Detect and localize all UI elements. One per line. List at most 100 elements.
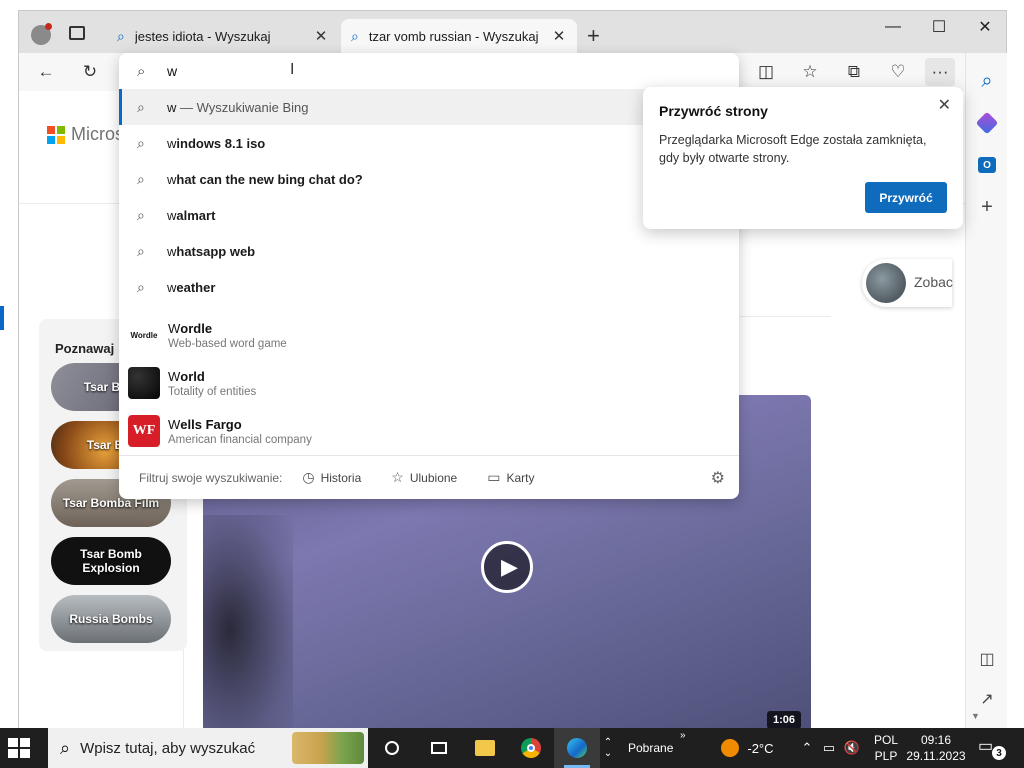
tab-tzar-vomb-russian[interactable]: ⌕ tzar vomb russian - Wyszukaj ✕ [341,19,577,53]
back-icon[interactable]: ← [31,58,61,86]
task-view-icon[interactable] [416,728,462,768]
windows-start-icon[interactable] [8,738,30,758]
video-duration: 1:06 [766,711,801,729]
external-link-icon[interactable]: ↗ [973,685,1001,713]
browser-essentials-icon[interactable]: ♡ [883,58,913,86]
restore-pages-popup: Przywróć strony ✕ Przeglądarka Microsoft… [643,87,963,229]
entity-typed: W [168,368,181,384]
suggestion-item[interactable]: ⌕ weather [119,269,739,305]
filter-favorites-label: Ulubione [409,470,458,485]
address-input[interactable] [167,63,667,79]
related-card[interactable]: Zobac [862,259,953,307]
suggestion-typed: w [167,243,177,259]
date: 29.11.2023 [906,749,966,763]
edge-sidebar: ⌕ O + ◫ ↗ ⚙ [965,53,1007,746]
suggestion-rest: hat can the new bing chat do? [176,171,363,187]
explore-pill[interactable]: Russia Bombs [51,595,171,643]
split-screen-icon[interactable]: ◫ [751,58,781,86]
notification-count: 3 [992,746,1006,760]
play-button[interactable]: ▶ [481,541,533,593]
more-options-icon[interactable]: ··· [925,58,955,86]
clock[interactable]: 09:16 29.11.2023 [902,732,970,764]
entity-suggestion-wells-fargo[interactable]: WF Wells Fargo American financial compan… [119,407,739,455]
collections-icon[interactable]: ⧉ [839,58,869,86]
favorites-icon[interactable]: ☆ [795,58,825,86]
sun-icon [721,739,740,757]
explore-title: Poznawaj [55,341,115,356]
suggestion-rest: almart [176,207,216,223]
edge-icon[interactable] [554,728,600,768]
desktop-accent [0,306,4,330]
profile-icon[interactable] [31,23,52,45]
gear-icon[interactable]: ⚙ [711,468,725,488]
entity-suggestion-wordle[interactable]: Wordle Wordle Web-based word game [119,311,739,359]
new-tab-button[interactable]: + [587,23,600,49]
chevron-icon: » [680,730,686,741]
restore-message: Przeglądarka Microsoft Edge została zamk… [659,133,927,165]
search-icon: ⌕ [137,170,145,187]
close-icon[interactable]: ✕ [938,95,951,115]
search-icon[interactable]: ⌕ [973,67,1001,95]
maximize-button[interactable]: ☐ [916,11,962,43]
temperature: -2°C [747,740,774,756]
language-indicator[interactable]: POL PLP [866,732,906,764]
search-icon: ⌕ [137,242,145,259]
file-explorer-icon[interactable] [462,728,508,768]
suggestion-typed: w [167,135,177,151]
tab-actions-icon[interactable] [69,26,85,40]
search-highlight-image [292,732,364,764]
search-icon: ⌕ [137,134,145,151]
sidebar-toggle-icon[interactable]: ◫ [973,645,1001,673]
search-icon: ⌕ [137,278,145,295]
favorites-icon: ☆ [391,469,404,485]
chrome-icon[interactable] [508,728,554,768]
language-top: POL [873,733,898,747]
filter-tabs-label: Karty [506,470,535,485]
wordle-thumbnail: Wordle [128,319,160,351]
search-icon: ⌕ [117,27,125,44]
filter-history-label: Historia [320,470,362,485]
related-label: Zobac [914,274,953,290]
add-icon[interactable]: + [973,193,1001,221]
search-icon: ⌕ [351,27,359,44]
filter-favorites-button[interactable]: ☆ Ulubione [391,469,457,486]
weather-widget[interactable]: Pobrane » -2°C [620,728,790,768]
show-hidden-icons[interactable]: ⌃ [796,728,818,768]
copilot-apps-icon[interactable] [973,109,1001,137]
tab-jestes-idiota[interactable]: ⌕ jestes idiota - Wyszukaj ✕ [107,19,339,53]
suggestion-rest: hatsapp web [176,243,256,259]
suggestion-typed: w [167,171,177,187]
volume-muted-icon[interactable]: 🔇 [840,728,864,768]
close-icon[interactable]: ✕ [551,27,567,45]
text-cursor-icon: I [290,61,295,78]
taskbar-search[interactable]: ⌕ Wpisz tutaj, aby wyszukać [48,728,368,768]
refresh-icon[interactable]: ↻ [75,58,105,86]
explore-pill[interactable]: Tsar Bomb Explosion [51,537,171,585]
suggestion-item[interactable]: ⌕ whatsapp web [119,233,739,269]
address-bar[interactable]: ⌕ [119,53,739,89]
cortana-icon[interactable] [369,728,415,768]
language-bottom: PLP [874,749,898,763]
scroll-down-arrow[interactable]: ▼ [971,711,980,721]
filter-history-button[interactable]: ◷ Historia [302,469,361,486]
entity-suggestion-world[interactable]: World Totality of entities [119,359,739,407]
window-close-button[interactable]: ✕ [962,11,1008,43]
tab-title: jestes idiota - Wyszukaj [134,28,271,44]
notifications-icon[interactable]: ▭ [978,736,993,756]
taskbar: ⌕ Wpisz tutaj, aby wyszukać ⌃ ⌄ Pobrane »… [0,728,1024,768]
desktop-left-edge [0,0,18,728]
filter-tabs-button[interactable]: ▭ Karty [487,469,534,486]
taskbar-overflow-icon[interactable]: ⌃ ⌄ [598,728,618,768]
video-frame-detail [203,515,293,729]
close-icon[interactable]: ✕ [313,27,329,45]
restore-button[interactable]: Przywróć [865,182,947,213]
time: 09:16 [920,733,952,747]
profile-notification-dot [45,23,52,30]
weather-label: Pobrane [628,741,674,755]
minimize-button[interactable]: — [870,11,916,43]
restore-title: Przywróć strony [659,103,768,119]
entity-description: Web-based word game [168,337,287,350]
network-icon[interactable]: ▭ [818,728,840,768]
outlook-icon[interactable]: O [973,151,1001,179]
entity-rest: orld [180,368,205,384]
